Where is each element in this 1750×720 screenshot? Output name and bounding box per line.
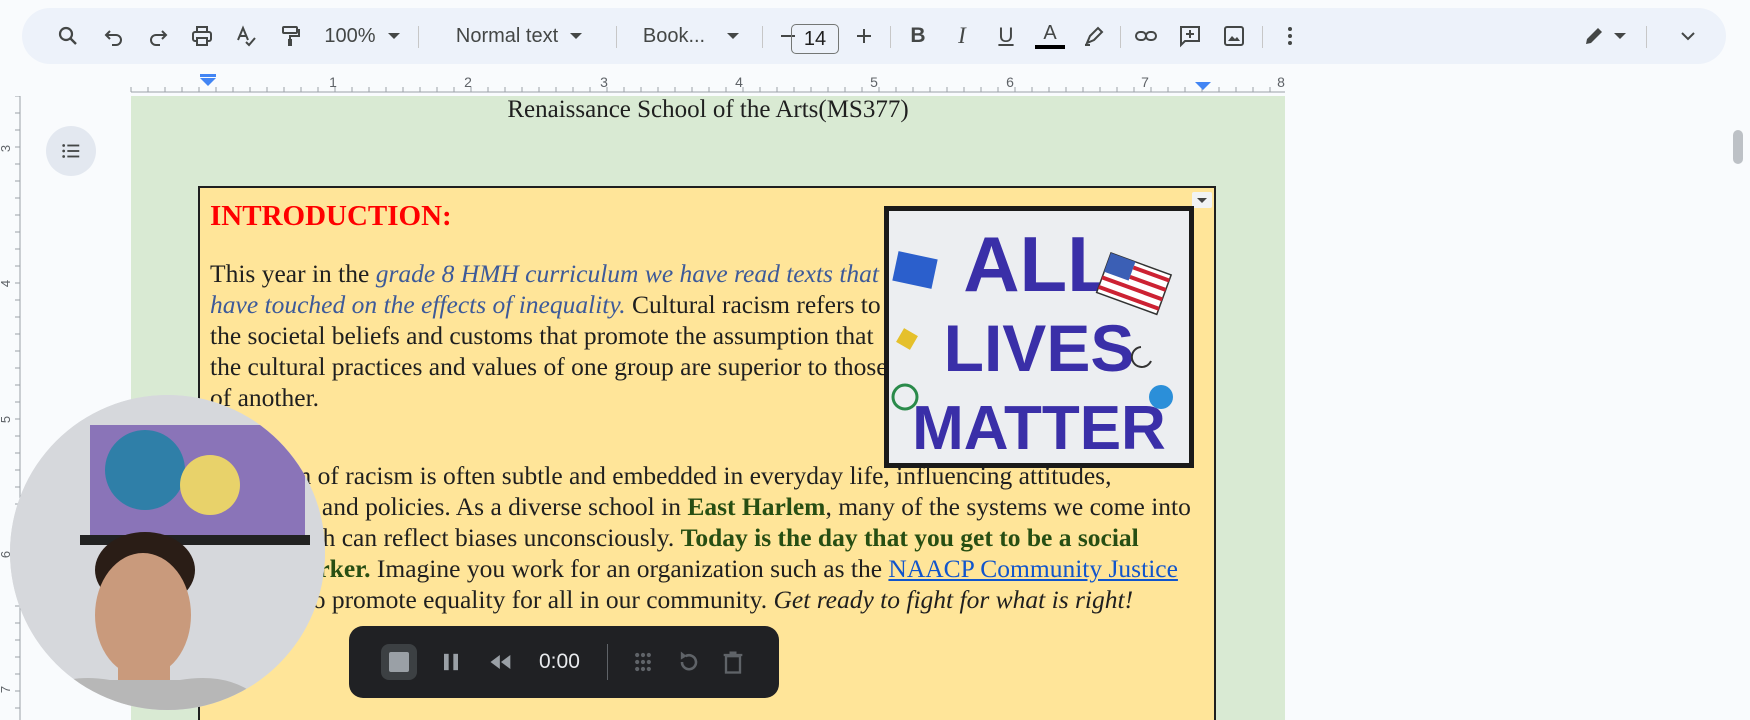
- ruler-number: 2: [464, 74, 472, 90]
- divider: [890, 26, 891, 48]
- table-cell-dropdown[interactable]: [1192, 192, 1212, 208]
- vertical-ruler[interactable]: 3 4 5 6 7: [0, 96, 22, 720]
- font-value: Book...: [642, 24, 706, 47]
- stop-recording-button[interactable]: [381, 644, 417, 680]
- east-harlem-phrase: East Harlem: [687, 492, 826, 521]
- toolbar: 100% Normal text Book... 14 B I U A: [22, 8, 1726, 64]
- badge-icon: [1149, 385, 1173, 409]
- call-to-action-phrase: Get ready to fight for what is right!: [773, 585, 1134, 614]
- right-indent-marker: [1195, 82, 1211, 90]
- stop-icon: [389, 652, 409, 672]
- increase-font-icon[interactable]: [844, 16, 884, 56]
- redo-icon[interactable]: [138, 16, 178, 56]
- chevron-down-icon: [1614, 33, 1626, 39]
- introduction-heading: INTRODUCTION:: [210, 200, 452, 232]
- ruler-number: 5: [0, 416, 13, 423]
- text-color-button[interactable]: A: [1030, 16, 1070, 56]
- divider: [1120, 26, 1121, 48]
- chevron-down-icon: [727, 33, 740, 39]
- ruler-number: 7: [0, 686, 13, 693]
- ruler-number: 3: [600, 74, 608, 90]
- divider: [1646, 26, 1647, 48]
- ruler-number: 5: [870, 74, 878, 90]
- edit-mode-icon[interactable]: [1574, 16, 1634, 56]
- sign-text-line: MATTER: [912, 394, 1166, 463]
- chevron-down-icon: [387, 33, 400, 39]
- restart-icon[interactable]: [675, 648, 703, 676]
- text-color-swatch: [1035, 45, 1065, 49]
- webcam-video: [10, 395, 325, 710]
- print-icon[interactable]: [182, 16, 222, 56]
- add-comment-icon[interactable]: [1170, 16, 1210, 56]
- school-title: Renaissance School of the Arts(MS377): [507, 96, 909, 123]
- divider: [607, 644, 608, 680]
- outline-list-icon: [62, 144, 80, 158]
- webcam-bubble[interactable]: [10, 395, 325, 710]
- ruler-number: 4: [735, 74, 743, 90]
- intro-paragraph-2[interactable]: This form of racism is often subtle and …: [210, 460, 1210, 615]
- text-run: to promote equality for all in our commu…: [299, 585, 774, 614]
- ruler-number: 6: [1006, 74, 1014, 90]
- ruler-number: 8: [1277, 74, 1285, 90]
- collapse-icon[interactable]: [1668, 16, 1708, 56]
- divider: [1262, 26, 1263, 48]
- chevron-down-icon: [570, 33, 583, 39]
- italic-button[interactable]: I: [942, 16, 982, 56]
- rewind-icon[interactable]: [487, 648, 515, 676]
- sign-text-line: LIVES: [944, 311, 1135, 385]
- font-size-input[interactable]: 14: [791, 24, 839, 54]
- underline-button[interactable]: U: [986, 16, 1026, 56]
- horizontal-ruler[interactable]: 1 2 3 4 5 6 7 8: [0, 70, 1750, 96]
- divider: [418, 26, 419, 48]
- text-run: Imagine you work for an organization suc…: [370, 554, 889, 583]
- zoom-value: 100%: [324, 24, 376, 47]
- sign-drawing: ALL LIVES MATTER: [889, 211, 1189, 463]
- bold-button[interactable]: B: [898, 16, 938, 56]
- paint-format-icon[interactable]: [270, 16, 310, 56]
- text-run: This year in the: [210, 259, 376, 288]
- grid-dots-icon[interactable]: [629, 648, 657, 676]
- ruler-number: 3: [0, 145, 13, 152]
- ruler-number: 7: [1141, 74, 1149, 90]
- recording-timer: 0:00: [539, 650, 580, 673]
- ruler-ticks: [15, 96, 21, 720]
- spellcheck-icon[interactable]: [226, 16, 266, 56]
- font-select[interactable]: Book...: [626, 16, 756, 56]
- chevron-down-icon: [1197, 197, 1207, 203]
- all-lives-matter-sign-image[interactable]: ALL LIVES MATTER: [884, 206, 1194, 468]
- recording-controls: 0:00: [349, 626, 779, 698]
- pause-icon[interactable]: [437, 648, 465, 676]
- delete-icon[interactable]: [719, 648, 747, 676]
- divider: [616, 26, 617, 48]
- highlight-icon[interactable]: [1074, 16, 1114, 56]
- search-icon[interactable]: [48, 16, 88, 56]
- style-value: Normal text: [455, 24, 559, 47]
- style-select[interactable]: Normal text: [432, 16, 606, 56]
- left-indent-marker: [200, 78, 216, 86]
- ruler-number: 4: [0, 280, 13, 287]
- ruler-number: 1: [329, 74, 337, 90]
- vertical-scrollbar-thumb[interactable]: [1733, 130, 1743, 164]
- text-color-icon: A: [1043, 22, 1057, 44]
- insert-image-icon[interactable]: [1214, 16, 1254, 56]
- zoom-select[interactable]: 100%: [312, 16, 412, 56]
- sign-text-line: ALL: [963, 220, 1115, 308]
- more-icon[interactable]: [1270, 16, 1310, 56]
- undo-icon[interactable]: [94, 16, 134, 56]
- intro-paragraph-1[interactable]: This year in the grade 8 HMH curriculum …: [210, 258, 890, 413]
- divider: [762, 26, 763, 48]
- document-outline-button[interactable]: [46, 126, 96, 176]
- link-icon[interactable]: [1126, 16, 1166, 56]
